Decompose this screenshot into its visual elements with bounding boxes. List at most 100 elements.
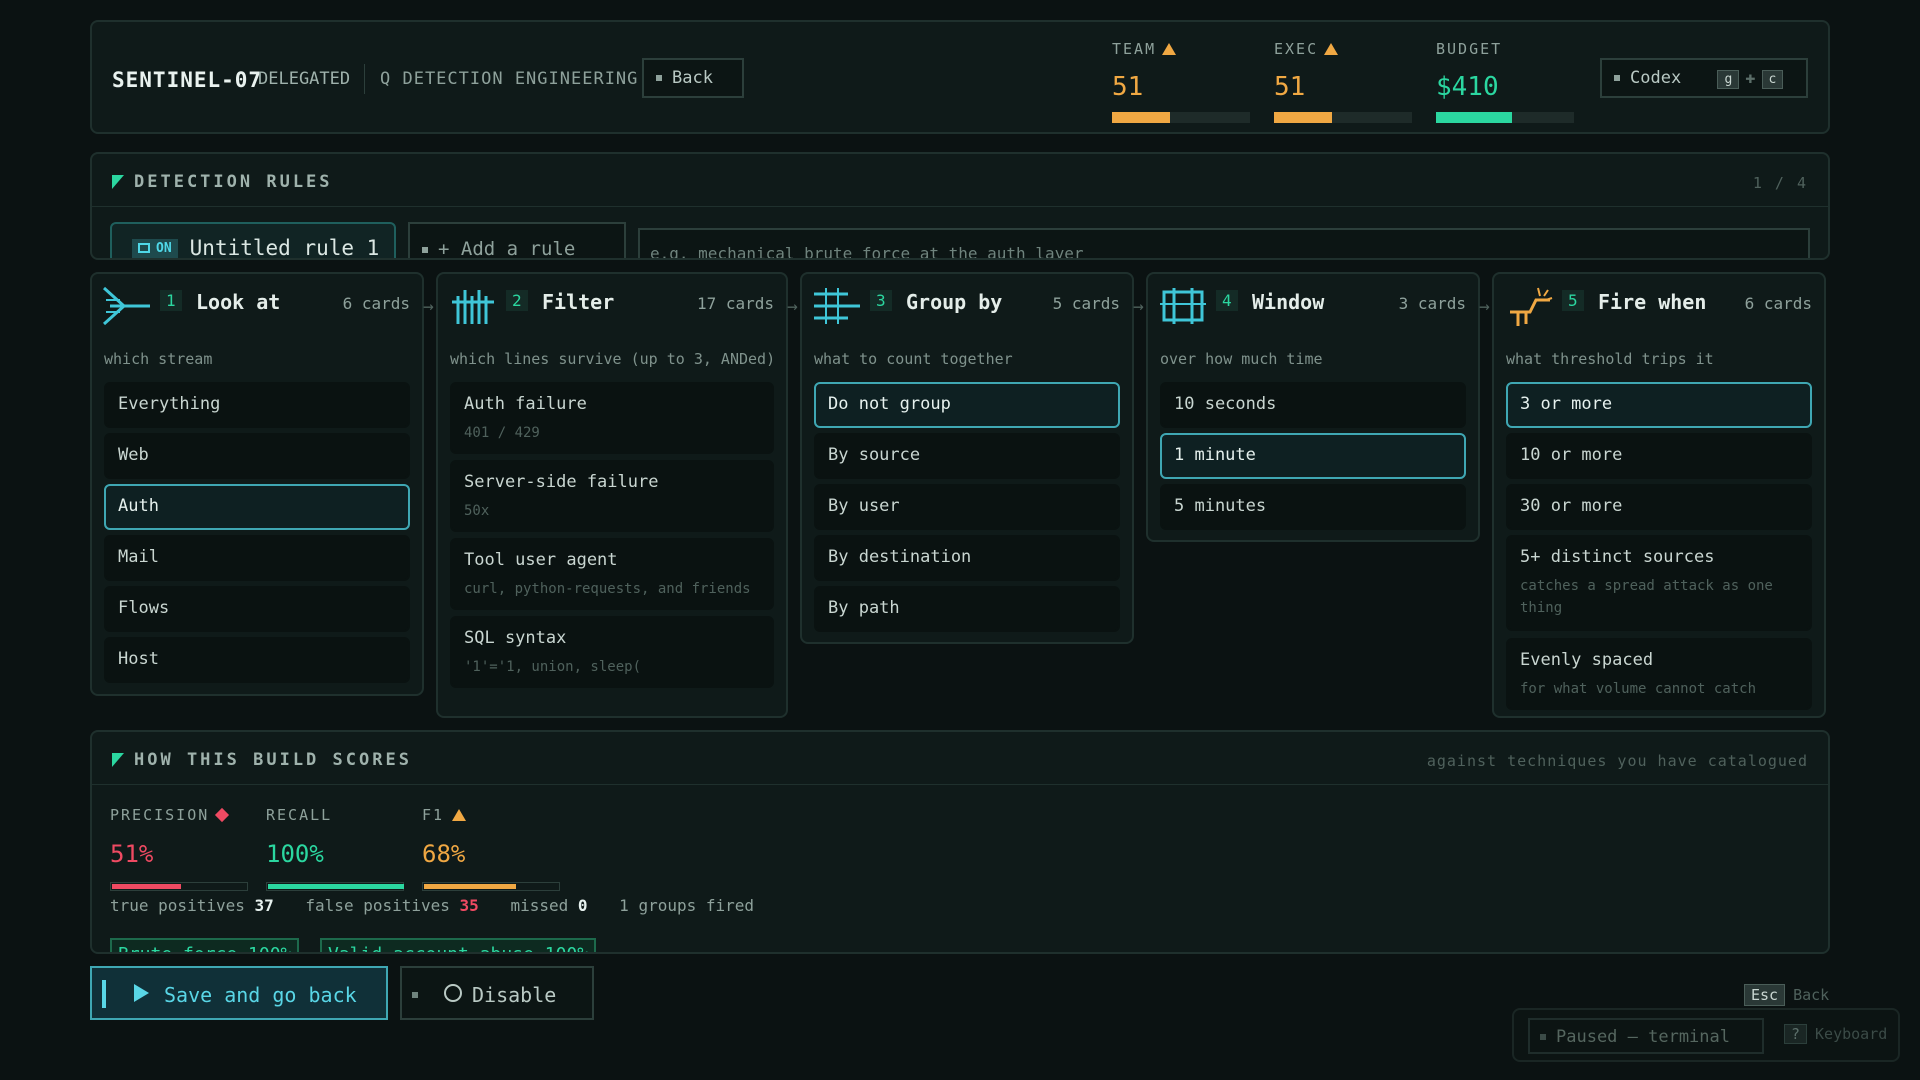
detection-rules-panel: DETECTION RULES 1 / 4 ON Untitled rule 1 … — [90, 152, 1830, 260]
option-card[interactable]: Server-side failure 50x — [450, 460, 774, 532]
option-note: 401 / 429 — [464, 425, 540, 441]
option-card-selected[interactable]: Auth — [104, 484, 410, 530]
option-card[interactable]: Mail — [104, 535, 410, 581]
rule-description-input[interactable]: e.g. mechanical brute force at the auth … — [638, 228, 1810, 258]
dot-icon — [412, 992, 418, 998]
warning-triangle-icon — [1324, 43, 1339, 55]
f1-bar — [422, 882, 560, 891]
dot-icon — [1540, 1034, 1546, 1040]
precision-bar-fill — [112, 884, 182, 889]
card-count: 6 cards — [342, 294, 410, 313]
esc-key: Esc — [1744, 984, 1786, 1006]
option-card-selected[interactable]: Do not group — [814, 382, 1120, 428]
f1-value: 68% — [422, 840, 466, 868]
option-card[interactable]: 10 or more — [1506, 433, 1812, 479]
stream-icon — [102, 286, 150, 326]
warning-triangle-icon — [452, 809, 467, 821]
arrow-right-icon: → — [1133, 296, 1144, 317]
option-label: Evenly spaced — [1520, 650, 1654, 670]
option-label: SQL syntax — [464, 628, 567, 648]
groups-fired: 1 groups fired — [619, 896, 755, 915]
score-stats: true positives 37 false positives 35 mis… — [110, 896, 754, 915]
divider — [92, 206, 1828, 207]
option-card[interactable]: By destination — [814, 535, 1120, 581]
help-key: ? — [1784, 1024, 1808, 1044]
card-count: 6 cards — [1744, 294, 1812, 313]
option-card[interactable]: 30 or more — [1506, 484, 1812, 530]
back-label: Back — [672, 68, 713, 88]
option-card[interactable]: 5 minutes — [1160, 484, 1466, 530]
option-card[interactable]: Host — [104, 637, 410, 683]
keyboard-help[interactable]: ? Keyboard — [1784, 1024, 1887, 1044]
fp-value: 35 — [459, 896, 479, 915]
option-card[interactable]: Flows — [104, 586, 410, 632]
flag-icon — [112, 753, 124, 767]
exec-label: EXEC — [1274, 40, 1319, 58]
flag-icon — [112, 175, 124, 189]
option-card[interactable]: 5+ distinct sources catches a spread atta… — [1506, 535, 1812, 631]
arrow-right-icon: → — [1479, 296, 1490, 317]
tp-label: true positives — [110, 896, 245, 915]
option-card-selected[interactable]: 1 minute — [1160, 433, 1466, 479]
add-rule-label: + Add a rule — [438, 238, 576, 260]
missed-value: 0 — [577, 896, 588, 915]
step-number: 5 — [1562, 290, 1584, 311]
precision-value: 51% — [110, 840, 154, 868]
option-card[interactable]: Web — [104, 433, 410, 479]
disable-button[interactable]: Disable — [400, 966, 594, 1020]
team-meter: TEAM 51 — [1112, 40, 1252, 123]
column-subtitle: what to count together — [814, 350, 1013, 368]
f1-metric: F1 68% — [422, 806, 562, 891]
column-filter: 2 Filter 17 cards which lines survive (u… — [436, 272, 788, 718]
precision-label: PRECISION — [110, 806, 210, 824]
option-note: catches a spread attack as one thing — [1520, 578, 1773, 617]
department-label: Q DETECTION ENGINEERING — [380, 69, 639, 89]
option-card[interactable]: By source — [814, 433, 1120, 479]
team-value: 51 — [1112, 72, 1144, 102]
dot-icon — [656, 75, 662, 81]
alert-diamond-icon — [215, 807, 230, 823]
rule-tab-active[interactable]: ON Untitled rule 1 — [110, 222, 396, 258]
recall-label: RECALL — [266, 806, 333, 824]
arrow-right-icon: → — [787, 296, 798, 317]
precision-metric: PRECISION 51% — [110, 806, 250, 891]
step-number: 4 — [1216, 290, 1238, 311]
save-and-go-back-button[interactable]: Save and go back — [90, 966, 388, 1020]
step-number: 2 — [506, 290, 528, 311]
option-card[interactable]: Tool user agent curl, python-requests, an… — [450, 538, 774, 610]
codex-label: Codex — [1630, 68, 1682, 88]
card-count: 17 cards — [696, 294, 774, 313]
column-title: Fire when — [1598, 290, 1707, 314]
exec-bar-fill — [1274, 112, 1332, 123]
status-bar: Paused — terminal ? Keyboard — [1512, 1008, 1900, 1062]
toggle-on-badge[interactable]: ON — [132, 239, 178, 258]
paused-status[interactable]: Paused — terminal — [1528, 1018, 1764, 1054]
team-bar — [1112, 112, 1250, 123]
rules-title: DETECTION RULES — [134, 172, 333, 192]
add-rule-button[interactable]: + Add a rule — [408, 222, 626, 260]
fire-icon — [1510, 287, 1553, 326]
column-window: 4 Window 3 cards over how much time 10 s… — [1146, 272, 1480, 542]
technique-chip: Brute force 100% — [110, 938, 300, 952]
section-title: DETECTION RULES — [112, 172, 333, 192]
option-card[interactable]: 10 seconds — [1160, 382, 1466, 428]
option-note: curl, python-requests, and friends — [464, 581, 751, 597]
exec-bar — [1274, 112, 1412, 123]
codex-button[interactable]: Codex g ✚ c — [1600, 58, 1808, 98]
back-button[interactable]: Back — [642, 58, 744, 98]
column-title: Group by — [906, 290, 1003, 314]
option-card[interactable]: Everything — [104, 382, 410, 428]
option-label: Auth failure — [464, 394, 587, 414]
option-card-selected[interactable]: 3 or more — [1506, 382, 1812, 428]
option-card[interactable]: Auth failure 401 / 429 — [450, 382, 774, 454]
f1-bar-fill — [424, 884, 517, 889]
esc-back-hint[interactable]: Esc Back — [1744, 984, 1829, 1006]
step-number: 1 — [160, 290, 182, 311]
option-card[interactable]: By user — [814, 484, 1120, 530]
option-card[interactable]: Evenly spaced for what volume cannot catc… — [1506, 638, 1812, 710]
column-look-at: 1 Look at 6 cards which stream Everythin… — [90, 272, 424, 696]
option-card[interactable]: By path — [814, 586, 1120, 632]
agent-name: SENTINEL-07 — [112, 68, 263, 92]
option-card[interactable]: SQL syntax '1'='1, union, sleep( — [450, 616, 774, 688]
exec-value: 51 — [1274, 72, 1306, 102]
